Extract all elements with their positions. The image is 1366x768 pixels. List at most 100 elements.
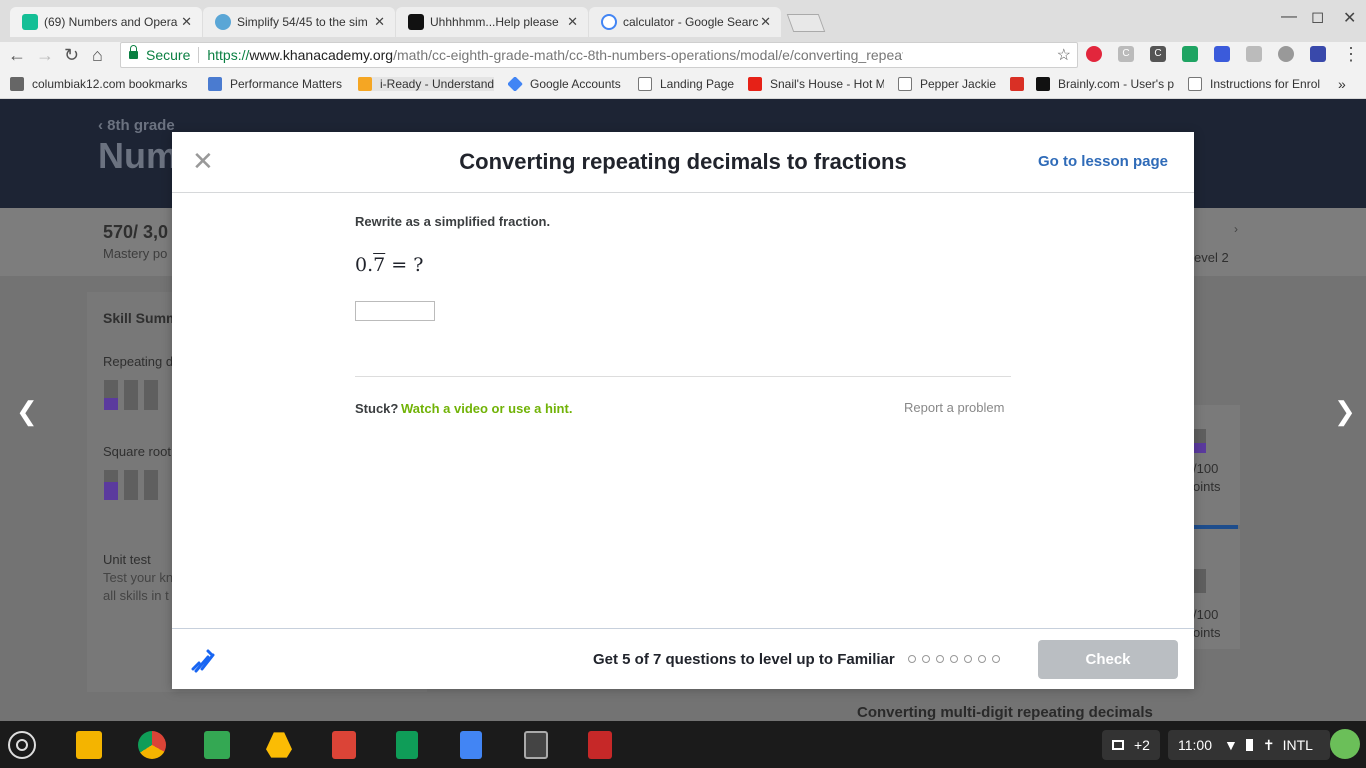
bookmark-item[interactable]: Google Accounts <box>508 77 628 91</box>
minimize-icon[interactable]: — <box>1281 8 1297 26</box>
status-tray[interactable]: 11:00 ▼ ✝ INTL <box>1168 730 1330 760</box>
previous-arrow-icon[interactable]: ❮ <box>16 396 38 427</box>
extension-grid-icon[interactable] <box>1310 46 1326 62</box>
iready-icon <box>358 77 372 91</box>
google-slides-icon[interactable] <box>76 731 102 759</box>
points-value: /100 <box>1193 461 1219 476</box>
brainly-icon <box>408 14 424 30</box>
bookmark-label: Instructions for Enrol <box>1210 77 1321 91</box>
back-icon[interactable]: ← <box>8 45 26 66</box>
go-to-lesson-link[interactable]: Go to lesson page <box>1038 153 1168 170</box>
unit-test-description: Test your kn <box>103 570 174 585</box>
bookmark-label: Google Accounts <box>530 77 621 91</box>
chevron-right-icon[interactable]: › <box>1234 222 1238 236</box>
progress-dot <box>992 655 1000 663</box>
mathway-icon <box>215 14 231 30</box>
app-p-icon[interactable] <box>588 731 612 759</box>
bookmark-item[interactable]: i-Ready - Understandi <box>358 77 494 91</box>
youtube-icon <box>748 77 762 91</box>
bookmark-label: Brainly.com - User's p <box>1058 77 1175 91</box>
reload-icon[interactable]: ↻ <box>64 45 79 66</box>
close-icon[interactable]: ✕ <box>374 14 385 30</box>
gmail-bookmark[interactable] <box>1010 77 1028 91</box>
extension-c-dark-icon[interactable]: C <box>1150 46 1166 62</box>
tab-khan-academy[interactable]: (69) Numbers and Opera ✕ <box>10 7 202 37</box>
maximize-icon[interactable]: ◻ <box>1311 7 1324 27</box>
answer-input[interactable] <box>355 301 435 321</box>
forward-icon[interactable]: → <box>36 45 54 66</box>
browser-toolbar: ← → ↻ ⌂ Secure https:// www.khanacademy.… <box>0 42 1366 72</box>
bookmark-item[interactable]: Brainly.com - User's p <box>1036 77 1176 91</box>
tab-title: Simplify 54/45 to the sim <box>237 15 368 29</box>
accessibility-icon: ✝ <box>1262 736 1275 753</box>
close-icon[interactable]: ✕ <box>567 14 578 30</box>
bookmark-item[interactable]: Instructions for Enrol <box>1188 77 1326 91</box>
progress-dot <box>922 655 930 663</box>
input-method: INTL <box>1282 737 1313 753</box>
tab-title: calculator - Google Searc <box>623 15 759 29</box>
report-problem-link[interactable]: Report a problem <box>904 400 1004 415</box>
calculator-icon[interactable] <box>524 731 548 759</box>
close-icon[interactable]: ✕ <box>760 14 771 30</box>
google-docs-icon[interactable] <box>460 731 482 759</box>
extension-gray-icon[interactable] <box>1246 46 1262 62</box>
lock-icon <box>129 45 138 59</box>
close-icon[interactable]: ✕ <box>181 14 192 30</box>
browser-menu-icon[interactable]: ⋮ <box>1342 44 1360 65</box>
tab-brainly[interactable]: Uhhhhmm...Help please ✕ <box>396 7 588 37</box>
clock: 11:00 <box>1178 737 1212 753</box>
new-tab-button[interactable] <box>786 14 826 32</box>
secure-indicator[interactable]: Secure <box>121 45 190 63</box>
mastery-label: Mastery po <box>103 246 168 261</box>
avatar[interactable] <box>1330 729 1360 759</box>
extension-c-icon[interactable]: C <box>1118 46 1134 62</box>
bookmark-item[interactable]: Pepper Jackie <box>898 77 1000 91</box>
google-drive-icon[interactable] <box>266 732 292 758</box>
bookmark-item[interactable]: Landing Page <box>638 77 738 91</box>
scratchpad-icon[interactable] <box>190 647 216 673</box>
progress-dot <box>978 655 986 663</box>
hint-link[interactable]: Watch a video or use a hint. <box>401 401 572 416</box>
notification-count: +2 <box>1134 737 1150 753</box>
bookmark-item[interactable]: Performance Matters <box>208 77 346 91</box>
modal-footer: Get 5 of 7 questions to level up to Fami… <box>172 628 1194 689</box>
bookmark-label: Landing Page <box>660 77 735 91</box>
progress-dot <box>908 655 916 663</box>
bookmark-item[interactable]: Snail's House - Hot M <box>748 77 884 91</box>
divider <box>355 376 1011 377</box>
tab-mathway[interactable]: Simplify 54/45 to the sim ✕ <box>203 7 395 37</box>
folder-icon <box>10 77 24 91</box>
google-sheets-icon[interactable] <box>396 731 418 759</box>
skill-name: Repeating d <box>103 354 174 369</box>
points-label: oints <box>1193 625 1221 640</box>
polarr-icon[interactable] <box>332 731 356 759</box>
google-drive-extension-icon[interactable] <box>1182 46 1198 62</box>
address-bar[interactable]: Secure https:// www.khanacademy.org /mat… <box>120 42 1078 68</box>
check-button[interactable]: Check <box>1038 640 1178 679</box>
page-icon <box>638 77 652 91</box>
khan-academy-icon <box>22 14 38 30</box>
tab-google-search[interactable]: calculator - Google Searc ✕ <box>589 7 781 37</box>
launcher-icon[interactable] <box>8 731 36 759</box>
performance-matters-icon <box>208 77 222 91</box>
bookmark-folder[interactable]: columbiak12.com bookmarks <box>10 77 200 91</box>
extension-blue-icon[interactable] <box>1214 46 1230 62</box>
exercise-card: /100 oints <box>1190 529 1240 649</box>
google-maps-icon[interactable] <box>204 731 230 759</box>
question-equation: 0.7 = ? <box>355 254 424 276</box>
skill-summary-heading: Skill Summ <box>103 310 179 326</box>
opera-extension-icon[interactable] <box>1086 46 1102 62</box>
notification-tray[interactable]: +2 <box>1102 730 1160 760</box>
extension-recycle-icon[interactable] <box>1278 46 1294 62</box>
window-close-icon[interactable]: ✕ <box>1343 8 1356 28</box>
url-host: www.khanacademy.org <box>249 47 394 63</box>
next-arrow-icon[interactable]: ❯ <box>1334 396 1356 427</box>
skill-progress <box>104 380 158 410</box>
bookmark-star-icon[interactable]: ☆ <box>1057 45 1071 65</box>
bookmarks-overflow-button[interactable]: » <box>1338 76 1346 92</box>
level-up-text: Get 5 of 7 questions to level up to Fami… <box>593 651 895 668</box>
chrome-icon[interactable] <box>138 731 166 759</box>
home-icon[interactable]: ⌂ <box>92 45 103 66</box>
google-icon <box>601 14 617 30</box>
google-accounts-icon <box>508 77 523 91</box>
